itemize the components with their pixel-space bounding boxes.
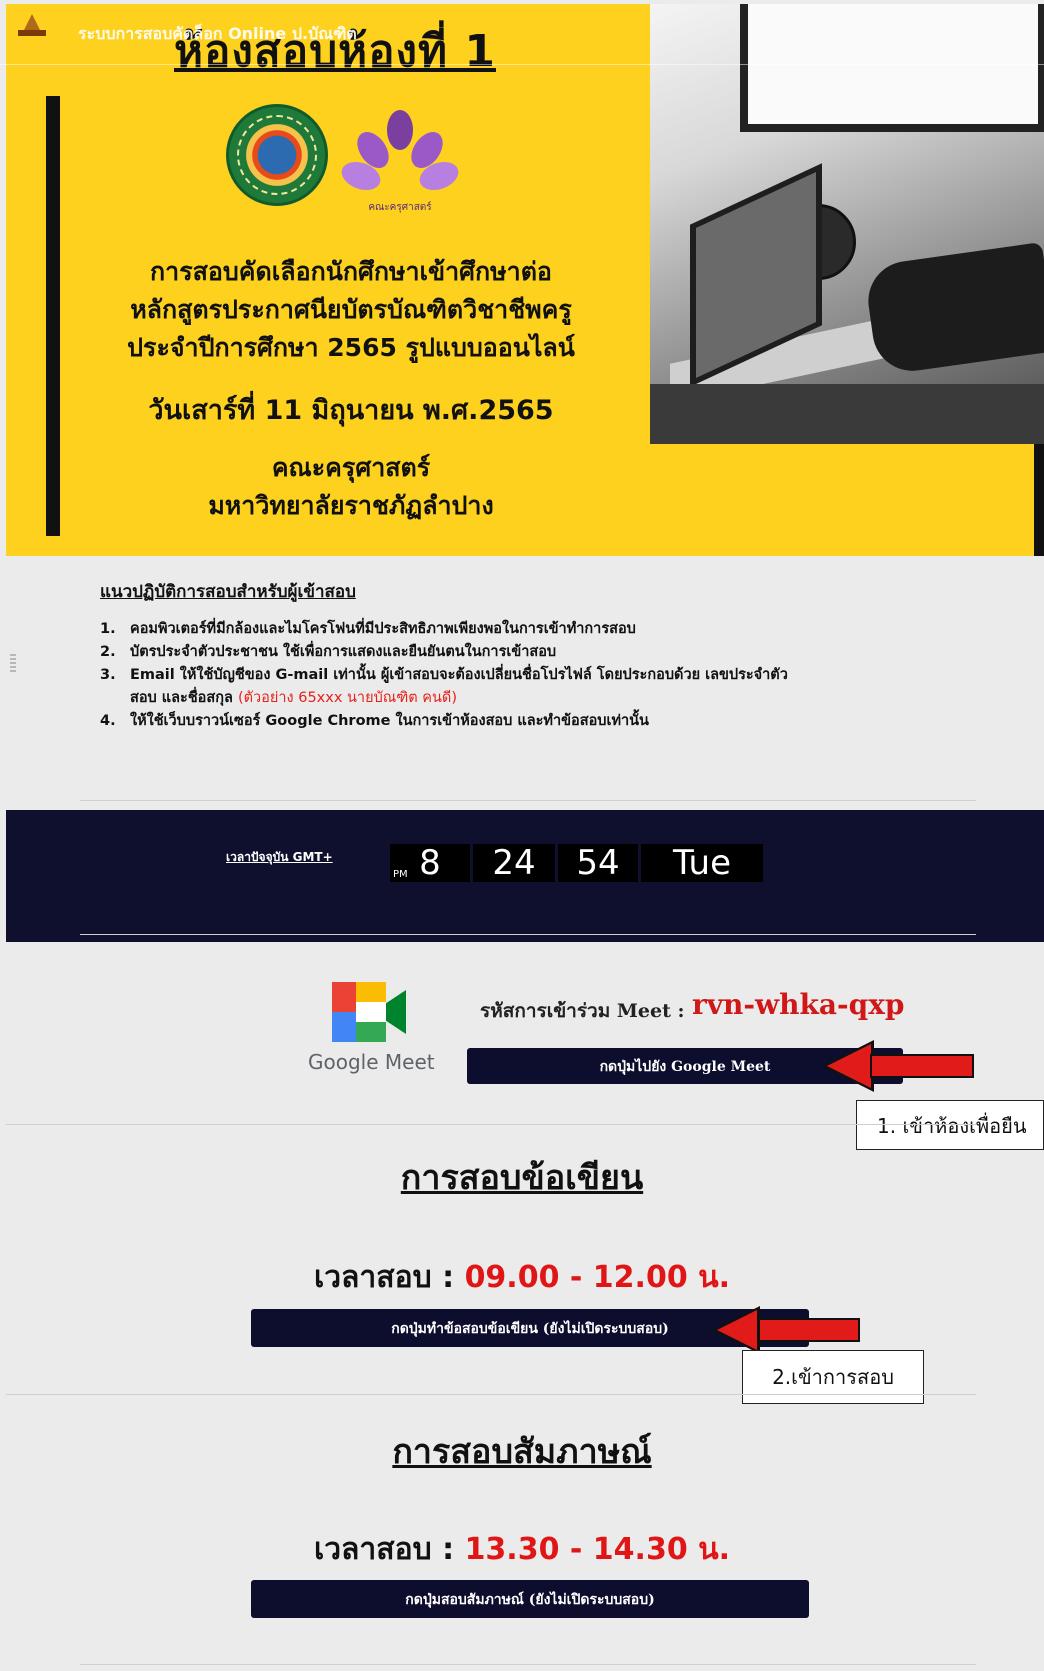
banner-line-2: หลักสูตรประกาศนียบัตรบัณฑิตวิชาชีพครู: [130, 295, 572, 324]
banner-line-3: ประจำปีการศึกษา 2565 รูปแบบออนไลน์: [127, 333, 575, 362]
divider: [6, 1394, 976, 1395]
meet-code: rvn-whka-qxp: [692, 988, 905, 1021]
google-meet-wordmark: Google Meet: [308, 1050, 435, 1074]
written-exam-title: การสอบข้อเขียน: [400, 1158, 644, 1198]
guide-title: แนวปฏิบัติการสอบสำหรับผู้เข้าสอบ: [100, 582, 356, 602]
clock-second: 54: [558, 844, 638, 882]
guide-item: 1. คอมพิวเตอร์ที่มีกล้องและไมโครโฟนที่มีป…: [100, 621, 636, 637]
guide-item: 2. บัตรประจำตัวประชาชน ใช้เพื่อการแสดงและ…: [100, 644, 557, 660]
written-exam-time: เวลาสอบ : 09.00 - 12.00 น.: [313, 1260, 731, 1295]
meet-code-label: รหัสการเข้าร่วม Meet :: [480, 1000, 685, 1022]
banner-line-1: การสอบคัดเลือกนักศึกษาเข้าศึกษาต่อ: [150, 257, 552, 286]
faculty-name: คณะครุศาสตร์: [271, 453, 431, 482]
interview-title: การสอบสัมภาษณ์: [392, 1432, 652, 1472]
site-logo-icon[interactable]: [18, 12, 46, 42]
guide-item: 3. Email ให้ใช้บัญชีของ G-mail เท่านั้น ผ…: [100, 667, 788, 706]
exam-banner: ห้องสอบห้องที่ 1 คณะครุศาสตร์ การสอบคัดเ…: [0, 0, 1044, 560]
faculty-logo-caption: คณะครุศาสตร์: [368, 202, 432, 213]
interview-button[interactable]: กดปุ่มสอบสัมภาษณ์ (ยังไม่เปิดระบบสอบ): [251, 1580, 809, 1618]
banner-left-bar: [46, 96, 60, 536]
guide-list: 1. คอมพิวเตอร์ที่มีกล้องและไมโครโฟนที่มีป…: [100, 618, 800, 733]
red-arrow-icon: [822, 1040, 974, 1092]
banner-right-bar: [1034, 444, 1044, 556]
divider: [6, 1124, 976, 1125]
example-note: (ตัวอย่าง 65xxx นายบัณฑิต คนดี): [237, 690, 457, 706]
university-seal-logo: [226, 104, 328, 206]
divider: [80, 800, 976, 801]
laptop-photo: [650, 4, 1044, 444]
clock-ampm: PM: [393, 869, 408, 880]
guide-item: 4. ให้ใช้เว็บบราวน์เซอร์ Google Chrome ใน…: [100, 713, 649, 729]
clock-label: เวลาปัจจุบัน GMT+: [226, 850, 333, 864]
drag-handle-icon[interactable]: [10, 654, 16, 674]
site-title-link[interactable]: ระบบการสอบคัดล็อก Online ป.บัณฑิต: [78, 22, 357, 47]
exam-date: วันเสาร์ที่ 11 มิถุนายน พ.ศ.2565: [148, 395, 554, 426]
divider: [80, 1664, 976, 1665]
university-name: มหาวิทยาลัยราชภัฏลำปาง: [208, 491, 494, 520]
meet-callout: 1. เข้าห้องเพื่อยืน: [856, 1100, 1044, 1150]
nav-divider: [0, 64, 1044, 65]
red-arrow-icon: [712, 1306, 860, 1354]
interview-time: เวลาสอบ : 13.30 - 14.30 น.: [313, 1532, 731, 1567]
clock-day: Tue: [641, 844, 763, 882]
divider: [80, 934, 976, 935]
clock-minute: 24: [473, 844, 555, 882]
written-callout: 2.เข้าการสอบ: [742, 1350, 924, 1404]
clock-hour: PM 8: [390, 844, 470, 882]
faculty-logo: คณะครุศาสตร์: [337, 104, 463, 228]
google-meet-icon: [332, 982, 406, 1042]
